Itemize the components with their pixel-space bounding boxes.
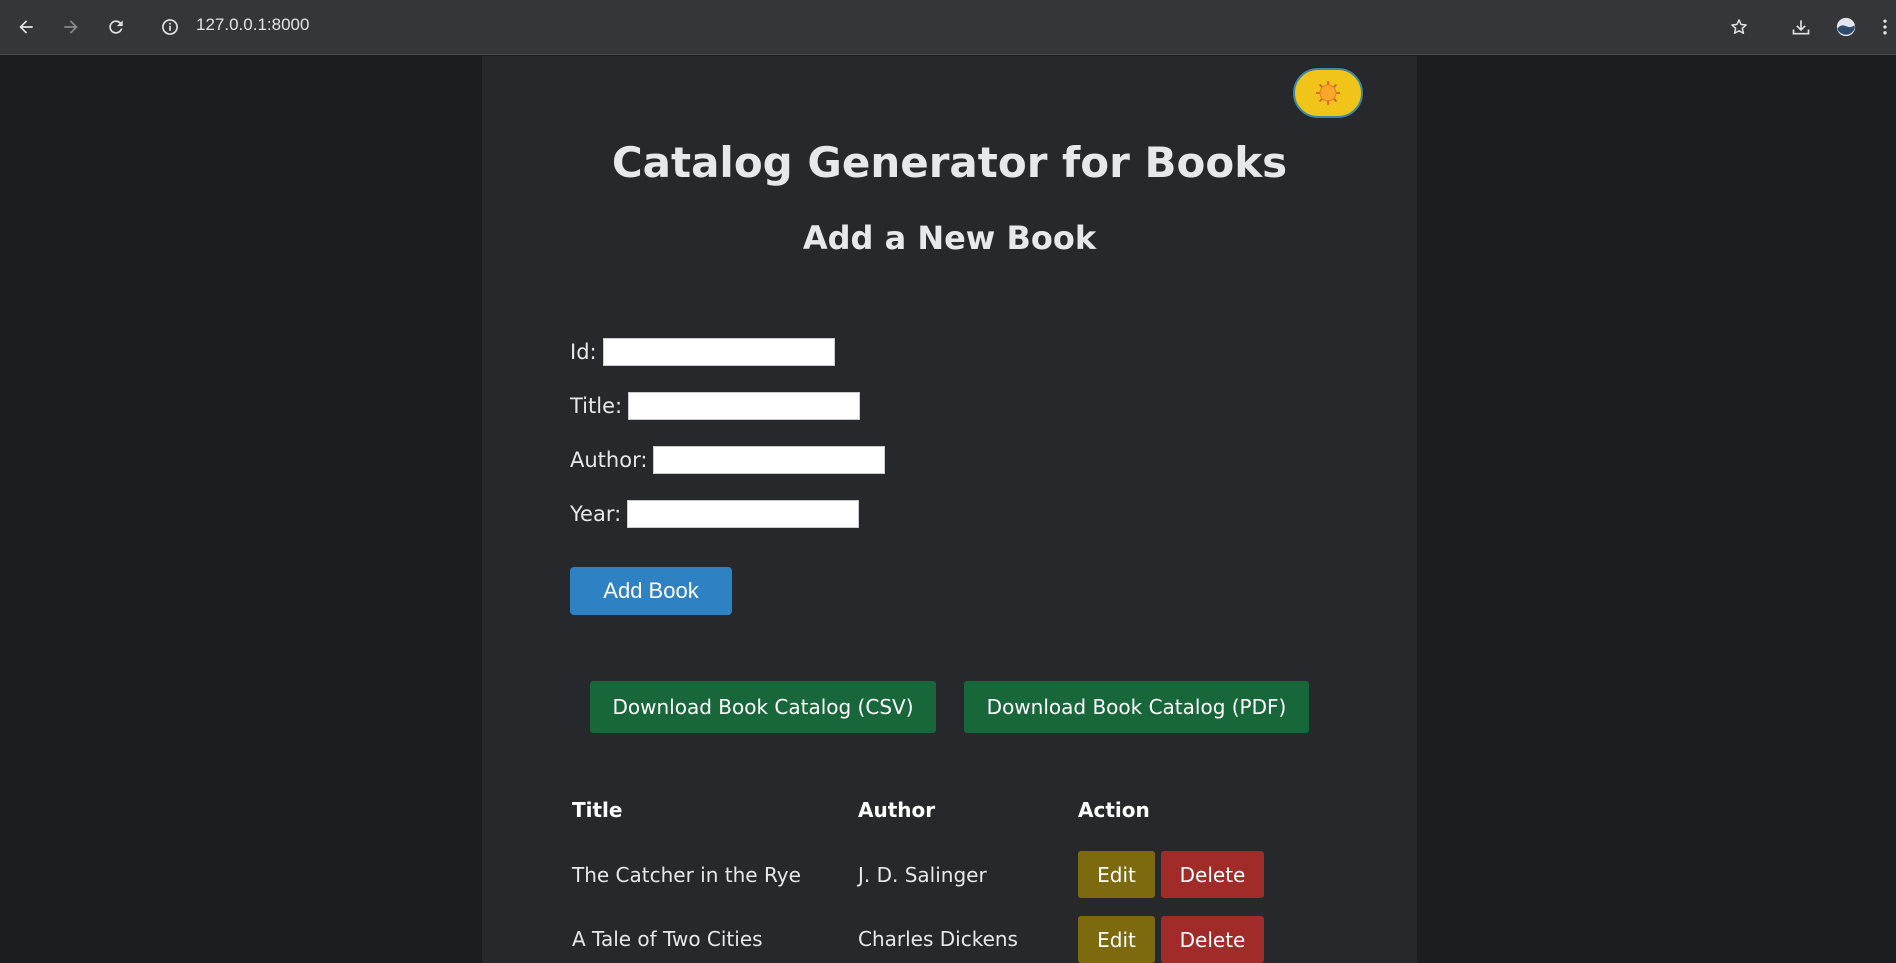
sun-icon [1316,81,1340,105]
table-header-author: Author [858,798,936,822]
form-title: Add a New Book [802,219,1097,257]
table-row-title: A Tale of Two Cities [572,927,763,951]
avatar[interactable] [1831,12,1861,42]
download-pdf-button[interactable]: Download Book Catalog (PDF) [964,681,1309,733]
table-row-author: J. D. Salinger [858,863,987,887]
page-title: Catalog Generator for Books [611,138,1288,187]
bookmark-button[interactable] [1724,12,1754,42]
download-csv-button[interactable]: Download Book Catalog (CSV) [590,681,936,733]
year-label: Year: [570,502,622,526]
site-info-button[interactable] [155,12,185,42]
delete-button[interactable]: Delete [1161,916,1264,963]
more-vert-icon [1883,19,1887,35]
back-arrow-icon [19,20,33,34]
author-field-row: Author: [570,446,886,474]
download-icon [1792,20,1810,35]
info-icon [162,19,178,35]
year-field-row: Year: [570,500,860,528]
table-row-title: The Catcher in the Rye [572,863,801,887]
downloads-button[interactable] [1786,12,1816,42]
author-label: Author: [570,448,648,472]
delete-button[interactable]: Delete [1161,851,1264,898]
address-bar[interactable]: 127.0.0.1:8000 [196,15,309,35]
edit-button[interactable]: Edit [1078,916,1155,963]
profile-avatar-icon [1836,17,1856,37]
menu-button[interactable] [1875,12,1895,42]
title-label: Title: [570,394,623,418]
id-label: Id: [570,340,597,364]
table-row-author: Charles Dickens [858,927,1018,951]
title-field-row: Title: [570,392,861,420]
edit-button[interactable]: Edit [1078,851,1155,898]
id-input[interactable] [602,338,835,366]
page-viewport: Catalog Generator for Books Add a New Bo… [0,56,1896,963]
back-button[interactable] [11,12,41,42]
star-icon [1731,19,1747,34]
add-book-button[interactable]: Add Book [570,567,732,615]
forward-button[interactable] [56,12,86,42]
reload-button[interactable] [101,12,131,42]
reload-icon [109,20,123,34]
table-header-action: Action [1078,798,1150,822]
main-container: Catalog Generator for Books Add a New Bo… [482,56,1417,963]
title-input[interactable] [628,392,861,420]
id-field-row: Id: [570,338,835,366]
browser-toolbar: 127.0.0.1:8000 [0,0,1896,55]
forward-arrow-icon [64,20,78,34]
year-input[interactable] [627,500,860,528]
theme-toggle-button[interactable] [1293,68,1363,118]
author-input[interactable] [653,446,886,474]
table-header-title: Title [572,798,623,822]
